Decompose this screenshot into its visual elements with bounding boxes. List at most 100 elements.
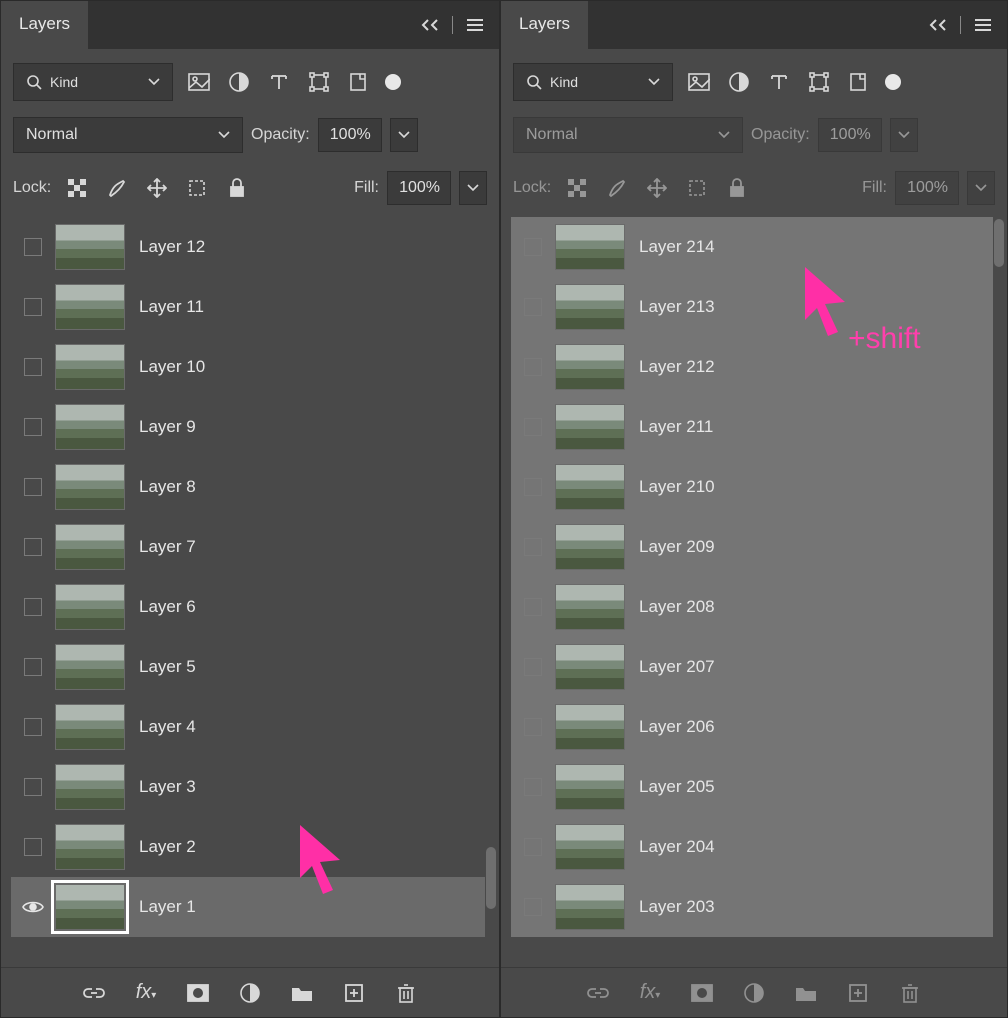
filter-adjustment-layers-icon[interactable] (225, 68, 253, 96)
layer-name[interactable]: Layer 11 (139, 297, 204, 317)
visibility-toggle[interactable] (11, 899, 55, 915)
layer-name[interactable]: Layer 205 (639, 777, 715, 797)
filter-toggle-switch[interactable] (385, 74, 401, 90)
layer-row[interactable]: Layer 208 (511, 577, 993, 637)
layer-thumbnail[interactable] (55, 404, 125, 450)
layer-thumbnail[interactable] (555, 644, 625, 690)
layer-list[interactable]: Layer 12Layer 11Layer 10Layer 9Layer 8La… (1, 217, 499, 967)
layer-thumbnail[interactable] (555, 704, 625, 750)
filter-shape-layers-icon[interactable] (305, 68, 333, 96)
layer-thumbnail[interactable] (555, 284, 625, 330)
layer-thumbnail[interactable] (55, 284, 125, 330)
layer-row[interactable]: Layer 207 (511, 637, 993, 697)
layer-thumbnail[interactable] (55, 584, 125, 630)
new-layer-icon[interactable] (341, 980, 367, 1006)
collapse-icon[interactable] (926, 13, 950, 37)
delete-layer-icon[interactable] (393, 980, 419, 1006)
visibility-toggle[interactable] (11, 718, 55, 736)
layer-row[interactable]: Layer 204 (511, 817, 993, 877)
layer-effects-icon[interactable]: fx▾ (133, 980, 159, 1006)
visibility-toggle[interactable] (511, 898, 555, 916)
visibility-toggle[interactable] (511, 598, 555, 616)
layer-row[interactable]: Layer 2 (11, 817, 485, 877)
layer-thumbnail[interactable] (55, 344, 125, 390)
filter-adjustment-layers-icon[interactable] (725, 68, 753, 96)
new-adjustment-layer-icon[interactable] (237, 980, 263, 1006)
layer-thumbnail[interactable] (555, 224, 625, 270)
layer-thumbnail[interactable] (55, 884, 125, 930)
layer-row[interactable]: Layer 212 (511, 337, 993, 397)
visibility-toggle[interactable] (511, 538, 555, 556)
visibility-toggle[interactable] (511, 418, 555, 436)
layer-thumbnail[interactable] (555, 584, 625, 630)
layer-name[interactable]: Layer 2 (139, 837, 196, 857)
layer-thumbnail[interactable] (555, 824, 625, 870)
layers-tab[interactable]: Layers (1, 1, 88, 49)
layer-thumbnail[interactable] (55, 764, 125, 810)
layer-thumbnail[interactable] (55, 464, 125, 510)
layer-thumbnail[interactable] (55, 824, 125, 870)
filter-smart-objects-icon[interactable] (345, 68, 373, 96)
blend-mode-select[interactable]: Normal (13, 117, 243, 153)
layer-name[interactable]: Layer 12 (139, 237, 205, 257)
visibility-toggle[interactable] (11, 358, 55, 376)
panel-menu-icon[interactable] (463, 13, 487, 37)
layer-thumbnail[interactable] (555, 764, 625, 810)
fill-dropdown[interactable] (459, 171, 487, 205)
layer-name[interactable]: Layer 6 (139, 597, 196, 617)
visibility-toggle[interactable] (511, 298, 555, 316)
fill-input[interactable]: 100% (387, 171, 451, 205)
layer-filter-type-select[interactable]: Kind (513, 63, 673, 101)
visibility-toggle[interactable] (511, 718, 555, 736)
lock-position-icon[interactable] (143, 174, 171, 202)
delete-layer-icon[interactable] (897, 980, 923, 1006)
layer-name[interactable]: Layer 7 (139, 537, 196, 557)
layer-row[interactable]: Layer 209 (511, 517, 993, 577)
new-group-icon[interactable] (289, 980, 315, 1006)
collapse-icon[interactable] (418, 13, 442, 37)
filter-toggle-switch[interactable] (885, 74, 901, 90)
layer-thumbnail[interactable] (55, 644, 125, 690)
layer-name[interactable]: Layer 207 (639, 657, 715, 677)
layer-name[interactable]: Layer 214 (639, 237, 715, 257)
layer-name[interactable]: Layer 4 (139, 717, 196, 737)
layer-row[interactable]: Layer 3 (11, 757, 485, 817)
layer-row[interactable]: Layer 4 (11, 697, 485, 757)
link-layers-icon[interactable] (585, 980, 611, 1006)
visibility-toggle[interactable] (11, 538, 55, 556)
layer-row[interactable]: Layer 12 (11, 217, 485, 277)
filter-type-layers-icon[interactable] (265, 68, 293, 96)
visibility-toggle[interactable] (511, 778, 555, 796)
layer-thumbnail[interactable] (555, 464, 625, 510)
layer-thumbnail[interactable] (555, 884, 625, 930)
layer-row[interactable]: Layer 210 (511, 457, 993, 517)
opacity-dropdown[interactable] (390, 118, 418, 152)
layer-row[interactable]: Layer 9 (11, 397, 485, 457)
link-layers-icon[interactable] (81, 980, 107, 1006)
filter-shape-layers-icon[interactable] (805, 68, 833, 96)
visibility-toggle[interactable] (511, 838, 555, 856)
layer-name[interactable]: Layer 8 (139, 477, 196, 497)
layer-row[interactable]: Layer 11 (11, 277, 485, 337)
visibility-toggle[interactable] (11, 658, 55, 676)
filter-type-layers-icon[interactable] (765, 68, 793, 96)
layer-row[interactable]: Layer 7 (11, 517, 485, 577)
visibility-toggle[interactable] (11, 838, 55, 856)
filter-smart-objects-icon[interactable] (845, 68, 873, 96)
layer-row[interactable]: Layer 214 (511, 217, 993, 277)
layer-name[interactable]: Layer 203 (639, 897, 715, 917)
layer-name[interactable]: Layer 206 (639, 717, 715, 737)
layer-thumbnail[interactable] (55, 524, 125, 570)
visibility-toggle[interactable] (511, 658, 555, 676)
layer-row[interactable]: Layer 203 (511, 877, 993, 937)
scrollbar[interactable] (994, 219, 1004, 267)
filter-pixel-layers-icon[interactable] (185, 68, 213, 96)
layer-row[interactable]: Layer 6 (11, 577, 485, 637)
layer-name[interactable]: Layer 210 (639, 477, 715, 497)
add-mask-icon[interactable] (689, 980, 715, 1006)
layer-list[interactable]: Layer 214Layer 213Layer 212Layer 211Laye… (501, 217, 1007, 967)
layer-name[interactable]: Layer 5 (139, 657, 196, 677)
filter-pixel-layers-icon[interactable] (685, 68, 713, 96)
layer-row[interactable]: Layer 205 (511, 757, 993, 817)
layer-name[interactable]: Layer 212 (639, 357, 715, 377)
